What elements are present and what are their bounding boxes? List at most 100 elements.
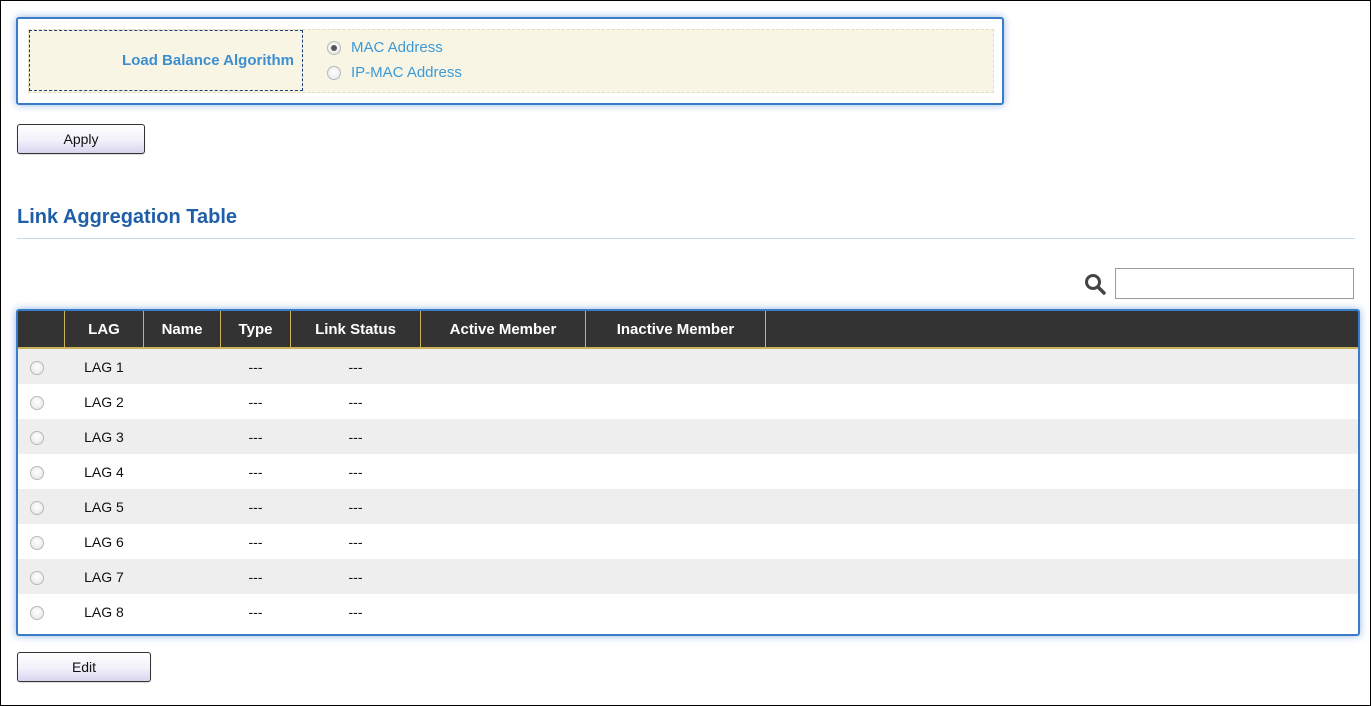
header-filler [765,311,1358,349]
header-active-member[interactable]: Active Member [420,311,586,349]
cell-inactive-member [585,559,766,594]
table-row[interactable]: LAG 5 --- --- [18,489,1358,524]
cell-link-status: --- [290,524,421,559]
cell-lag: LAG 3 [64,419,144,454]
cell-type: --- [220,384,291,419]
cell-link-status: --- [290,489,421,524]
search-input[interactable] [1115,268,1354,299]
row-select-radio-control[interactable] [30,500,44,515]
row-select-radio[interactable] [18,454,65,489]
row-select-radio[interactable] [18,348,65,384]
cell-active-member [420,594,586,629]
cell-link-status: --- [290,454,421,489]
cell-link-status: --- [290,559,421,594]
cell-link-status: --- [290,419,421,454]
table-header-row: LAG Name Type Link Status Active Member … [18,311,1358,349]
header-name[interactable]: Name [143,311,221,349]
cell-inactive-member [585,524,766,559]
cell-filler [765,559,1358,594]
apply-button[interactable]: Apply [17,124,145,154]
cell-active-member [420,559,586,594]
cell-filler [765,384,1358,419]
cell-type: --- [220,489,291,524]
cell-name [143,489,221,524]
table-row[interactable]: LAG 3 --- --- [18,419,1358,454]
row-select-radio-control[interactable] [30,535,44,550]
cell-lag: LAG 7 [64,559,144,594]
cell-name [143,419,221,454]
row-select-radio[interactable] [18,419,65,454]
load-balance-label-box: Load Balance Algorithm [29,30,303,91]
cell-filler [765,348,1358,384]
table-row[interactable]: LAG 4 --- --- [18,454,1358,489]
section-title: Link Aggregation Table [17,206,238,228]
cell-name [143,594,221,629]
lag-table-wrapper: LAG Name Type Link Status Active Member … [16,309,1360,636]
row-select-radio[interactable] [18,559,65,594]
row-select-radio[interactable] [18,489,65,524]
row-select-radio[interactable] [18,524,65,559]
row-select-radio[interactable] [18,384,65,419]
cell-name [143,348,221,384]
cell-active-member [420,489,586,524]
cell-type: --- [220,559,291,594]
cell-inactive-member [585,594,766,629]
cell-name [143,559,221,594]
row-select-radio-control[interactable] [30,395,44,410]
cell-type: --- [220,594,291,629]
table-row[interactable]: LAG 7 --- --- [18,559,1358,594]
cell-lag: LAG 1 [64,348,144,384]
cell-inactive-member [585,454,766,489]
cell-filler [765,594,1358,629]
row-select-radio-control[interactable] [30,605,44,620]
cell-link-status: --- [290,594,421,629]
cell-filler [765,419,1358,454]
header-inactive-member[interactable]: Inactive Member [585,311,766,349]
cell-lag: LAG 6 [64,524,144,559]
row-select-radio-control[interactable] [30,360,44,375]
row-select-radio-control[interactable] [30,430,44,445]
cell-active-member [420,524,586,559]
cell-inactive-member [585,419,766,454]
cell-active-member [420,454,586,489]
cell-type: --- [220,419,291,454]
header-link-status[interactable]: Link Status [290,311,421,349]
cell-link-status: --- [290,348,421,384]
cell-type: --- [220,454,291,489]
cell-active-member [420,384,586,419]
cell-active-member [420,419,586,454]
table-row[interactable]: LAG 8 --- --- [18,594,1358,629]
row-select-radio-control[interactable] [30,465,44,480]
cell-lag: LAG 2 [64,384,144,419]
table-row[interactable]: LAG 2 --- --- [18,384,1358,419]
cell-name [143,524,221,559]
cell-active-member [420,348,586,384]
cell-type: --- [220,524,291,559]
cell-inactive-member [585,384,766,419]
lag-table: LAG Name Type Link Status Active Member … [18,311,1358,629]
table-row[interactable]: LAG 1 --- --- [18,348,1358,384]
header-lag[interactable]: LAG [64,311,144,349]
row-select-radio-control[interactable] [30,570,44,585]
row-select-radio[interactable] [18,594,65,629]
load-balance-panel: Load Balance Algorithm MAC Address IP-MA… [16,17,1004,105]
load-balance-inner: Load Balance Algorithm MAC Address IP-MA… [28,29,994,93]
header-type[interactable]: Type [220,311,291,349]
search-icon[interactable] [1083,272,1107,296]
radio-ip-mac-address-control[interactable] [327,65,341,80]
radio-ip-mac-address-label: IP-MAC Address [351,64,462,81]
radio-mac-address-label: MAC Address [351,39,443,56]
table-row[interactable]: LAG 6 --- --- [18,524,1358,559]
header-select [18,311,65,349]
edit-button[interactable]: Edit [17,652,151,682]
radio-mac-address-control[interactable] [327,40,341,55]
radio-ip-mac-address[interactable]: IP-MAC Address [327,64,462,81]
cell-type: --- [220,348,291,384]
radio-mac-address[interactable]: MAC Address [327,39,443,56]
cell-name [143,454,221,489]
cell-filler [765,454,1358,489]
cell-lag: LAG 5 [64,489,144,524]
cell-filler [765,489,1358,524]
cell-filler [765,524,1358,559]
cell-inactive-member [585,489,766,524]
